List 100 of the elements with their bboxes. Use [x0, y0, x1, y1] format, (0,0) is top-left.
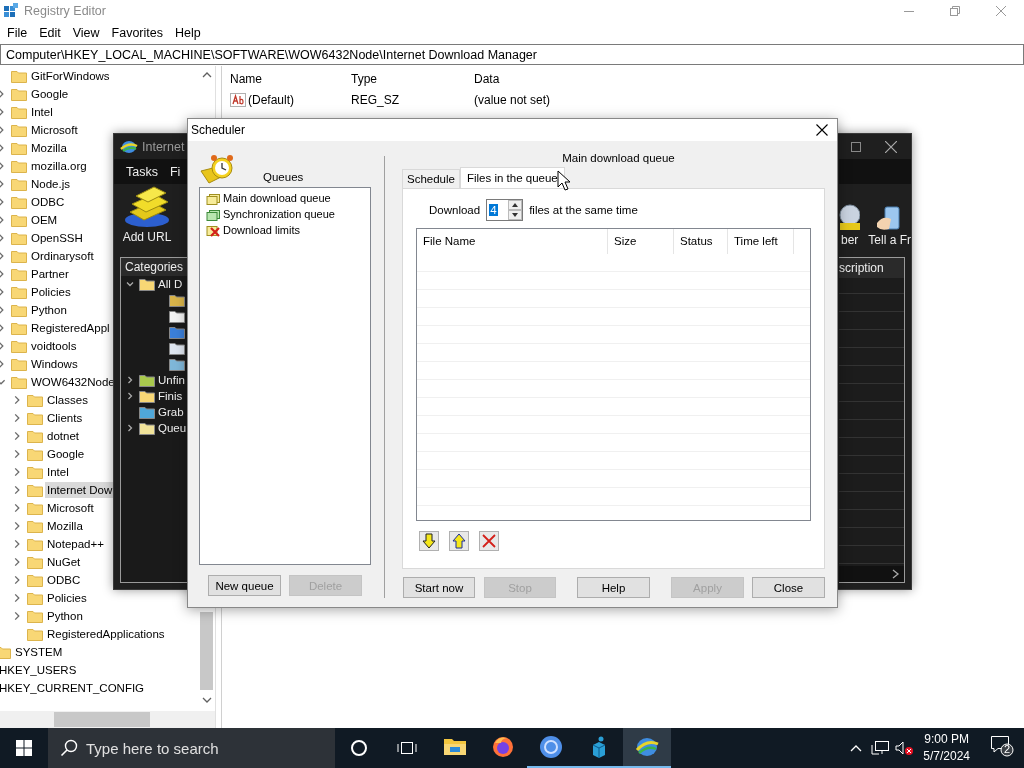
folder-icon [27, 501, 43, 515]
folder-icon [11, 105, 27, 119]
menu-bar [839, 159, 911, 184]
folder-icon [11, 87, 27, 101]
category-item[interactable]: Finis [125, 388, 183, 404]
tree-item[interactable]: Policies [0, 283, 73, 301]
tree-item[interactable]: RegisteredApplications [11, 625, 167, 643]
category-item[interactable]: All D [125, 276, 183, 292]
spin-up-icon[interactable] [508, 200, 523, 210]
tree-item[interactable]: ODBC [0, 193, 67, 211]
toolbar-button[interactable]: ber [839, 203, 861, 247]
tree-item[interactable]: NuGet [11, 553, 83, 571]
maximize-icon[interactable] [851, 141, 861, 152]
tree-item[interactable]: dotnet [11, 427, 81, 445]
tree-item[interactable]: Ordinarysoft [0, 247, 96, 265]
tree-item[interactable]: mozilla.org [0, 157, 89, 175]
delete-button[interactable] [479, 531, 499, 551]
tree-item[interactable]: WOW6432Node [0, 373, 117, 391]
tree-item[interactable]: SYSTEM [0, 643, 65, 661]
number-spinner[interactable]: 4 [486, 199, 524, 221]
menu-item[interactable]: Help [169, 26, 207, 40]
tree-item[interactable]: Notepad++ [11, 535, 106, 553]
tree-item[interactable]: Microsoft [0, 121, 80, 139]
tree-item[interactable]: Windows [0, 355, 80, 373]
notifications-button[interactable]: 2 [980, 728, 1024, 768]
arrow-down-button[interactable] [419, 531, 439, 551]
scroll-down-icon[interactable] [202, 697, 212, 703]
folder-icon [11, 303, 27, 317]
tree-item[interactable]: OpenSSH [0, 229, 85, 247]
scrollbar-thumb[interactable] [200, 612, 213, 690]
close-icon[interactable] [885, 140, 897, 153]
tab[interactable]: Schedule [402, 169, 460, 188]
tree-item[interactable]: Mozilla [0, 139, 69, 157]
folder-icon [11, 141, 27, 155]
dialog-button[interactable]: New queue [208, 575, 281, 596]
tree-item[interactable]: Classes [11, 391, 90, 409]
tree-item[interactable]: Mozilla [11, 517, 85, 535]
address-bar[interactable]: Computer\HKEY_LOCAL_MACHINE\SOFTWARE\WOW6432Node\Internet Download Manager [0, 44, 1024, 65]
scroll-right-icon[interactable] [892, 569, 900, 579]
tree-item[interactable]: GitForWindows [0, 67, 112, 85]
scrollbar[interactable] [0, 711, 215, 728]
browser-icon [491, 735, 515, 759]
column-header[interactable]: Data [472, 72, 674, 86]
menu-item[interactable]: Tasks [126, 164, 158, 179]
toolbar-button[interactable]: Tell a Fr [868, 203, 911, 247]
dialog-button[interactable]: Start now [403, 577, 475, 598]
category-icon [169, 309, 185, 323]
queue-item[interactable]: Main download queue [200, 190, 370, 206]
arrow-up-button[interactable] [449, 531, 469, 551]
tree-item[interactable]: Intel [0, 103, 55, 121]
menu-item[interactable]: Edit [33, 26, 67, 40]
add-url-button[interactable]: Add URL [122, 184, 172, 244]
chevron-icon[interactable] [125, 375, 135, 385]
menu-item[interactable]: Fi [169, 164, 181, 179]
folder-icon [11, 123, 27, 137]
search-field[interactable]: Type here to search [48, 728, 335, 768]
tree-item[interactable]: OEM [0, 211, 60, 229]
window-title: Registry Editor [24, 4, 107, 18]
tree-item[interactable]: voidtools [0, 337, 79, 355]
tree-item[interactable]: Microsoft [11, 499, 96, 517]
category-item[interactable]: Grab [125, 404, 184, 420]
clock-date[interactable]: 5/7/2024 [923, 748, 970, 765]
category-item[interactable]: Queu [125, 420, 187, 436]
tree-item[interactable]: Clients [11, 409, 85, 427]
taskbar-app[interactable] [623, 728, 671, 768]
spin-down-icon[interactable] [508, 210, 523, 220]
tree-item[interactable]: HKEY_USERS [0, 661, 79, 679]
dialog-button[interactable]: Close [752, 577, 825, 598]
chevron-icon[interactable] [125, 279, 135, 289]
tree-item[interactable]: ODBC [11, 571, 83, 589]
tab[interactable]: Files in the queue [459, 167, 565, 188]
chevron-icon[interactable] [125, 423, 135, 433]
globe-icon [120, 139, 138, 154]
tree-item[interactable]: Google [0, 85, 71, 103]
tree-item[interactable]: Policies [11, 589, 89, 607]
dialog-button[interactable]: Help [577, 577, 650, 598]
scroll-up-icon[interactable] [202, 72, 212, 78]
tree-item[interactable]: Intel [11, 463, 71, 481]
chevron-icon[interactable] [125, 391, 135, 401]
menu-item[interactable]: File [1, 26, 34, 40]
tree-item[interactable]: Node.js [0, 175, 72, 193]
search-input[interactable]: Type here to search [86, 739, 306, 757]
column-header[interactable]: Name [224, 72, 349, 86]
tree-item[interactable]: Python [11, 607, 85, 625]
tree-item[interactable]: RegisteredAppl [0, 319, 112, 337]
menu-item[interactable]: View [66, 26, 106, 40]
queue-item[interactable]: Download limits [200, 222, 370, 238]
folder-icon [11, 339, 27, 353]
column-header[interactable]: scription [839, 258, 904, 278]
queue-item[interactable]: Synchronization queue [200, 206, 370, 222]
column-header[interactable]: Type [349, 72, 472, 86]
tree-item[interactable]: Python [0, 301, 69, 319]
tree-item[interactable]: Partner [0, 265, 71, 283]
menu-item[interactable]: Favorites [105, 26, 169, 40]
window-title: Internet [142, 139, 185, 154]
clock-time[interactable]: 9:00 PM [924, 731, 969, 748]
tree-item[interactable]: HKEY_CURRENT_CONFIG [0, 679, 147, 697]
category-item[interactable]: Unfin [125, 372, 185, 388]
tree-item[interactable]: Google [11, 445, 87, 463]
close-icon [816, 124, 828, 136]
